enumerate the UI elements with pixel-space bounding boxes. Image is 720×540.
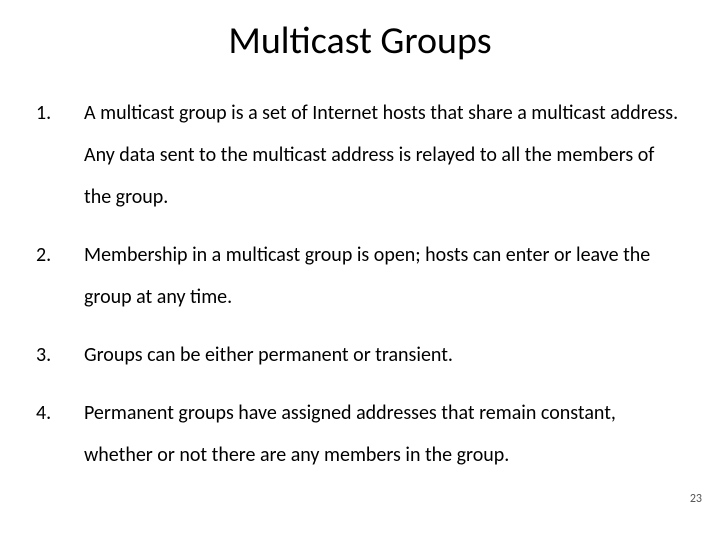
slide-title: Multicast Groups <box>36 18 684 64</box>
list-item: A multicast group is a set of Internet h… <box>36 92 684 218</box>
page-number: 23 <box>690 492 702 506</box>
list-item: Permanent groups have assigned addresses… <box>36 392 684 476</box>
list-item: Membership in a multicast group is open;… <box>36 234 684 318</box>
list-item: Groups can be either permanent or transi… <box>36 334 684 376</box>
slide: Multicast Groups A multicast group is a … <box>0 0 720 540</box>
points-list: A multicast group is a set of Internet h… <box>36 92 684 476</box>
